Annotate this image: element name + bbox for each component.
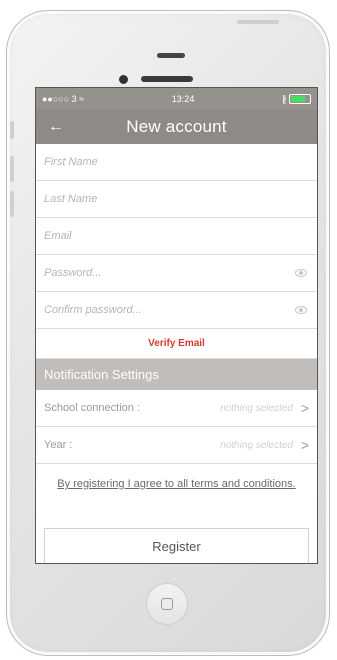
year-label: Year : [44,439,73,451]
page-title: New account [126,117,227,136]
email-row [36,218,317,255]
bluetooth-icon: ∦ [281,93,287,104]
chevron-right-icon: > [300,400,309,416]
carrier-signal: ●●○○○ 3 ≈ [42,94,85,104]
status-time: 13:24 [171,94,195,104]
year-row[interactable]: Year : nothing selected > [36,427,317,464]
last-name-row [36,181,317,218]
power-button [237,20,279,24]
year-value: nothing selected [220,439,293,451]
last-name-input[interactable] [44,193,274,205]
verify-email-link[interactable]: Verify Email [36,329,317,359]
show-confirm-password-eye-icon[interactable] [295,306,307,314]
terms-link[interactable]: By registering I agree to all terms and … [36,464,317,492]
battery-area: ∦ [282,94,311,105]
top-speaker [157,53,185,58]
confirm-password-row [36,292,317,329]
status-bar: ●●○○○ 3 ≈ 13:24 ∦ [36,88,317,110]
email-input[interactable] [44,230,274,242]
volume-down-button [10,191,14,217]
volume-up-button [10,156,14,182]
battery-icon [289,94,311,105]
password-input[interactable] [44,267,274,279]
navigation-bar: ← New account [36,110,317,144]
school-connection-row[interactable]: School connection : nothing selected > [36,390,317,427]
front-camera [119,75,128,84]
app-screen: ●●○○○ 3 ≈ 13:24 ∦ ← New account Verify E… [35,87,318,564]
notification-settings-header: Notification Settings [36,359,317,390]
show-password-eye-icon[interactable] [295,269,307,277]
school-connection-label: School connection : [44,402,141,414]
mute-switch [10,121,14,139]
password-row [36,255,317,292]
back-arrow-icon[interactable]: ← [48,118,64,136]
confirm-password-input[interactable] [44,304,274,316]
school-connection-value: nothing selected [220,402,293,414]
chevron-right-icon: > [300,437,309,453]
first-name-input[interactable] [44,156,274,168]
earpiece-speaker [141,76,193,82]
register-button[interactable]: Register [44,528,309,563]
first-name-row [36,144,317,181]
home-button[interactable] [146,583,188,625]
